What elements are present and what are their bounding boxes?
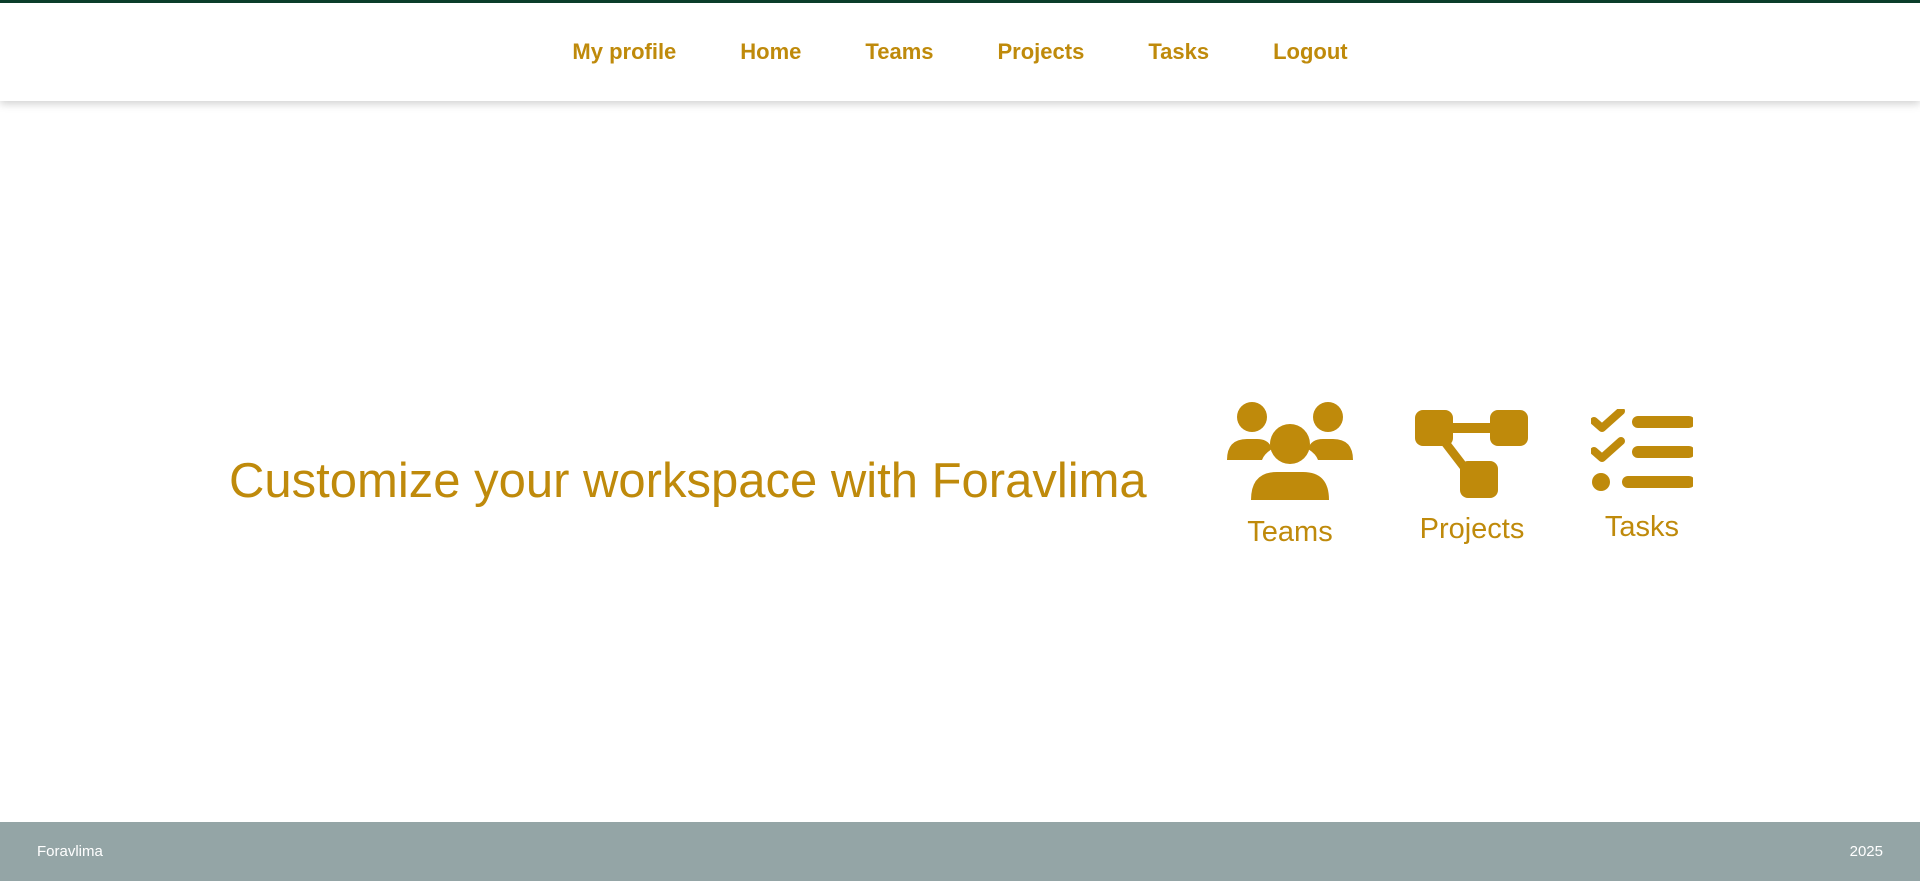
nav-logout-link[interactable]: Logout	[1273, 39, 1348, 65]
nav-teams-link[interactable]: Teams	[865, 39, 933, 65]
diagram-project-icon	[1415, 410, 1528, 498]
footer-year: 2025	[1849, 843, 1883, 860]
page-footer: Foravlima 2025	[0, 822, 1920, 881]
feature-projects-label: Projects	[1419, 513, 1525, 545]
nav-projects-link[interactable]: Projects	[998, 39, 1085, 65]
feature-teams-label: Teams	[1247, 516, 1333, 548]
nav-tasks-link[interactable]: Tasks	[1148, 39, 1209, 65]
feature-projects[interactable]: Projects	[1400, 409, 1544, 546]
feature-tasks[interactable]: Tasks	[1580, 409, 1704, 544]
feature-tasks-label: Tasks	[1604, 511, 1680, 543]
nav-my-profile-link[interactable]: My profile	[572, 39, 676, 65]
main-nav: My profile Home Teams Projects Tasks Log…	[0, 3, 1920, 101]
nav-home-link[interactable]: Home	[740, 39, 801, 65]
users-icon	[1227, 402, 1353, 500]
hero-headline: Customize your workspace with Foravlima	[229, 454, 1147, 508]
top-navigation-bar: My profile Home Teams Projects Tasks Log…	[0, 0, 1920, 101]
hero-section: Customize your workspace with Foravlima …	[0, 101, 1920, 821]
footer-brand: Foravlima	[37, 843, 103, 860]
list-check-icon	[1591, 409, 1693, 491]
feature-teams[interactable]: Teams	[1222, 402, 1358, 549]
